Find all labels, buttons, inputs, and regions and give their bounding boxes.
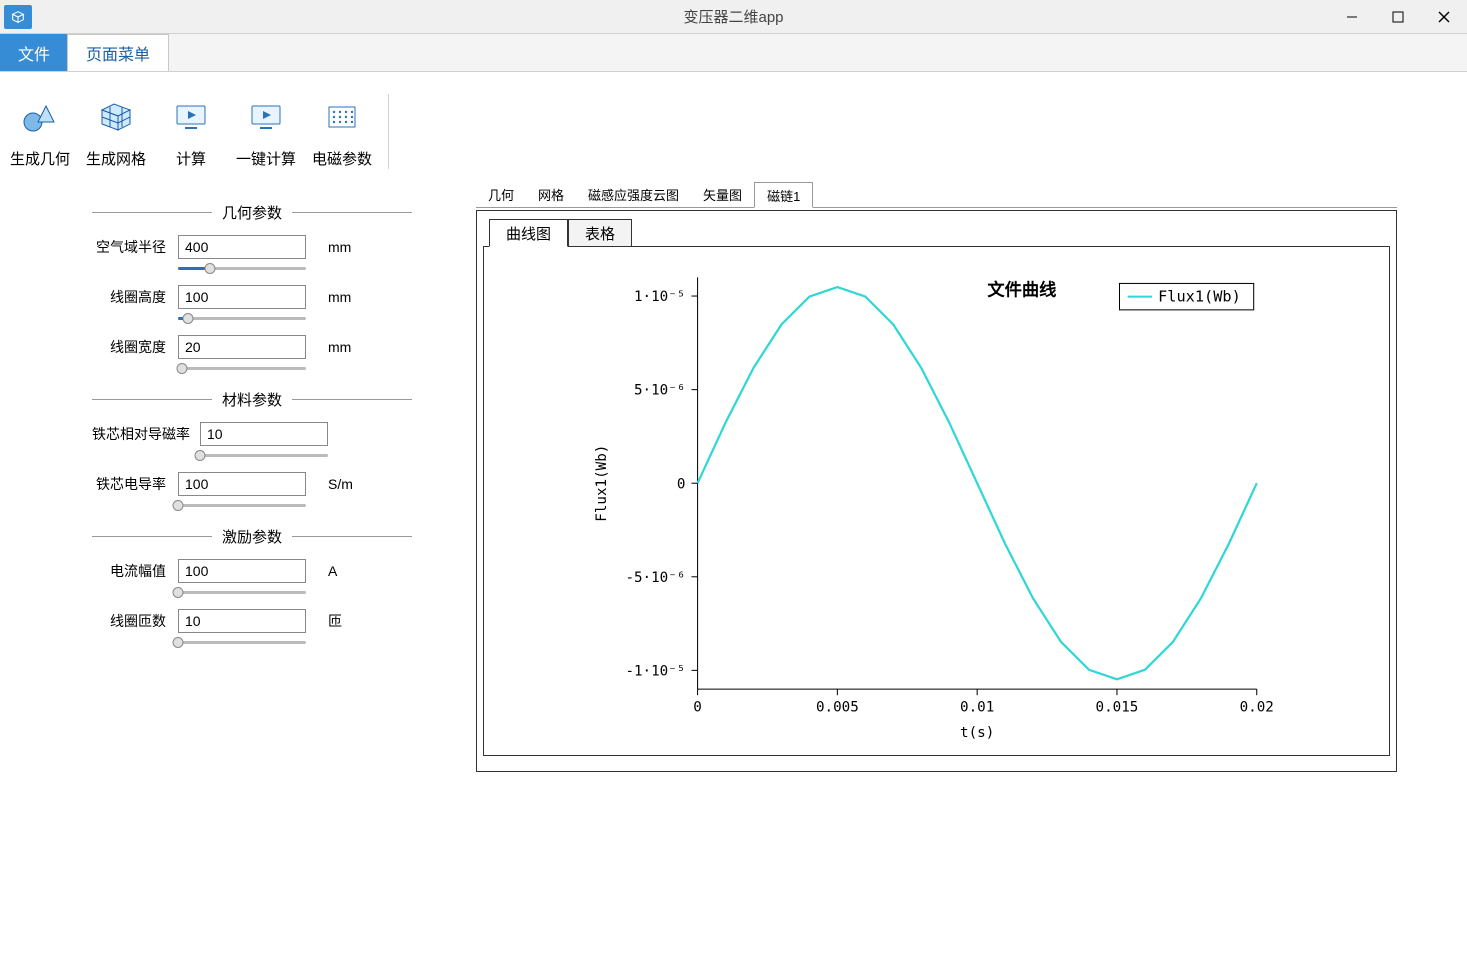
mesh-icon bbox=[96, 94, 136, 140]
one-click-compute-button[interactable]: 一键计算 bbox=[236, 94, 296, 169]
chart-container: -1·10⁻⁵ -5·10⁻⁶ 0 5·10⁻⁶ 1·10⁻⁵ 0 0.005 0.01 0.0… bbox=[483, 246, 1390, 756]
coil-turns-label: 线圈匝数 bbox=[92, 611, 170, 631]
core-cond-input[interactable] bbox=[178, 472, 306, 496]
play-monitor-icon bbox=[246, 94, 286, 140]
current-amp-slider[interactable] bbox=[178, 585, 306, 599]
chart-subtabs: 曲线图 表格 bbox=[489, 219, 1390, 247]
section-heading-excitation: 激励参数 bbox=[92, 526, 412, 547]
subtab-table[interactable]: 表格 bbox=[568, 219, 632, 247]
air-radius-input[interactable] bbox=[178, 235, 306, 259]
section-heading-material: 材料参数 bbox=[92, 389, 412, 410]
main-area: 几何参数 空气域半径 mm 线圈高度 mm 线圈宽度 mm 材料参数 铁芯相对导… bbox=[0, 176, 1467, 973]
play-monitor-icon bbox=[171, 94, 211, 140]
em-params-button[interactable]: 电磁参数 bbox=[312, 94, 372, 169]
ribbon-label: 电磁参数 bbox=[312, 148, 372, 169]
svg-text:0: 0 bbox=[693, 699, 702, 715]
svg-text:0.02: 0.02 bbox=[1240, 699, 1274, 715]
tab-page-menu[interactable]: 页面菜单 bbox=[67, 34, 169, 71]
core-relperm-input[interactable] bbox=[200, 422, 328, 446]
coil-height-unit: mm bbox=[316, 289, 356, 305]
subtab-curve[interactable]: 曲线图 bbox=[489, 219, 568, 247]
parameters-panel: 几何参数 空气域半径 mm 线圈高度 mm 线圈宽度 mm 材料参数 铁芯相对导… bbox=[0, 176, 472, 973]
menubar: 文件 页面菜单 bbox=[0, 34, 1467, 72]
svg-text:0.01: 0.01 bbox=[960, 699, 994, 715]
generate-geometry-button[interactable]: 生成几何 bbox=[10, 94, 70, 169]
section-label: 激励参数 bbox=[212, 526, 292, 547]
ribbon-toolbar: 生成几何 生成网格 计算 一键计算 电磁参数 bbox=[0, 72, 1467, 176]
coil-height-label: 线圈高度 bbox=[92, 287, 170, 307]
core-relperm-label: 铁芯相对导磁率 bbox=[92, 424, 192, 444]
ribbon-label: 计算 bbox=[176, 148, 206, 169]
ribbon-label: 一键计算 bbox=[236, 148, 296, 169]
air-radius-unit: mm bbox=[316, 239, 356, 255]
coil-width-unit: mm bbox=[316, 339, 356, 355]
coil-height-slider[interactable] bbox=[178, 311, 306, 325]
coil-width-slider[interactable] bbox=[178, 361, 306, 375]
section-label: 材料参数 bbox=[212, 389, 292, 410]
current-amp-label: 电流幅值 bbox=[92, 561, 170, 581]
coil-turns-input[interactable] bbox=[178, 609, 306, 633]
result-tabs: 几何 网格 磁感应强度云图 矢量图 磁链1 bbox=[476, 182, 1397, 208]
core-relperm-slider[interactable] bbox=[200, 448, 328, 462]
tab-file[interactable]: 文件 bbox=[0, 34, 68, 71]
core-cond-unit: S/m bbox=[316, 476, 356, 492]
svg-text:Flux1(Wb): Flux1(Wb) bbox=[594, 445, 610, 522]
flux-chart: -1·10⁻⁵ -5·10⁻⁶ 0 5·10⁻⁶ 1·10⁻⁵ 0 0.005 0.01 0.0… bbox=[496, 257, 1377, 745]
window-title: 变压器二维app bbox=[683, 6, 783, 27]
svg-text:1·10⁻⁵: 1·10⁻⁵ bbox=[634, 289, 685, 305]
result-frame: 曲线图 表格 -1·10⁻⁵ -5·10⁻⁶ 0 5·10⁻⁶ 1·10⁻⁵ 0 0.005… bbox=[476, 210, 1397, 772]
tab-bfield-contour[interactable]: 磁感应强度云图 bbox=[576, 182, 691, 207]
core-cond-slider[interactable] bbox=[178, 498, 306, 512]
coil-turns-unit: 匝 bbox=[316, 611, 356, 631]
compute-button[interactable]: 计算 bbox=[162, 94, 220, 169]
current-amp-input[interactable] bbox=[178, 559, 306, 583]
generate-mesh-button[interactable]: 生成网格 bbox=[86, 94, 146, 169]
air-radius-label: 空气域半径 bbox=[92, 237, 170, 257]
close-button[interactable] bbox=[1421, 2, 1467, 32]
coil-turns-slider[interactable] bbox=[178, 635, 306, 649]
tab-mesh-result[interactable]: 网格 bbox=[526, 182, 576, 207]
minimize-button[interactable] bbox=[1329, 2, 1375, 32]
geometry-icon bbox=[20, 94, 60, 140]
svg-text:0.015: 0.015 bbox=[1096, 699, 1139, 715]
coil-width-label: 线圈宽度 bbox=[92, 337, 170, 357]
grid-dots-icon bbox=[322, 94, 362, 140]
svg-text:t(s): t(s) bbox=[960, 725, 994, 741]
section-heading-geometry: 几何参数 bbox=[92, 202, 412, 223]
tab-flux-link-1[interactable]: 磁链1 bbox=[754, 182, 813, 208]
ribbon-label: 生成几何 bbox=[10, 148, 70, 169]
app-icon bbox=[4, 5, 32, 29]
maximize-button[interactable] bbox=[1375, 2, 1421, 32]
coil-height-input[interactable] bbox=[178, 285, 306, 309]
section-label: 几何参数 bbox=[212, 202, 292, 223]
svg-text:文件曲线: 文件曲线 bbox=[987, 280, 1056, 300]
result-panel: 几何 网格 磁感应强度云图 矢量图 磁链1 曲线图 表格 -1·10⁻⁵ -5·1… bbox=[472, 176, 1467, 973]
tab-vector-plot[interactable]: 矢量图 bbox=[691, 182, 754, 207]
svg-text:Flux1(Wb): Flux1(Wb) bbox=[1158, 288, 1241, 306]
svg-text:0: 0 bbox=[677, 476, 686, 492]
window-controls bbox=[1329, 2, 1467, 32]
ribbon-label: 生成网格 bbox=[86, 148, 146, 169]
current-amp-unit: A bbox=[316, 563, 356, 579]
svg-text:-5·10⁻⁶: -5·10⁻⁶ bbox=[625, 570, 685, 586]
svg-text:5·10⁻⁶: 5·10⁻⁶ bbox=[634, 383, 685, 399]
air-radius-slider[interactable] bbox=[178, 261, 306, 275]
svg-text:-1·10⁻⁵: -1·10⁻⁵ bbox=[625, 663, 685, 679]
window-titlebar: 变压器二维app bbox=[0, 0, 1467, 34]
coil-width-input[interactable] bbox=[178, 335, 306, 359]
core-cond-label: 铁芯电导率 bbox=[92, 474, 170, 494]
tab-geometry-result[interactable]: 几何 bbox=[476, 182, 526, 207]
svg-text:0.005: 0.005 bbox=[816, 699, 859, 715]
